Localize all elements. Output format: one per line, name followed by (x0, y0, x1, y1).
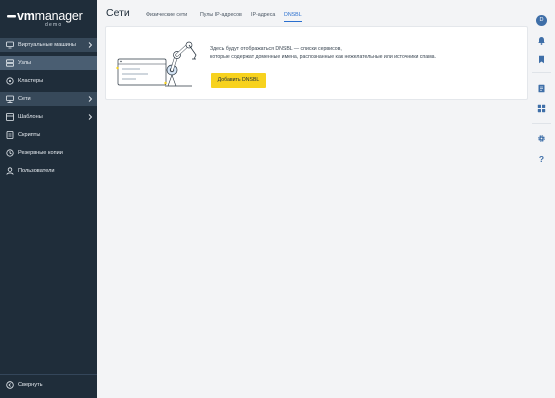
chevron-right-icon (88, 42, 93, 48)
backup-icon (6, 149, 14, 157)
sidebar-item-label: Кластеры (18, 78, 44, 84)
collapse-button[interactable]: Свернуть (0, 374, 97, 398)
robot-arm-illustration (116, 41, 197, 87)
add-dnsbl-button[interactable]: Добавить DNSBL (211, 73, 266, 88)
sidebar-item-templates[interactable]: Шаблоны (0, 110, 97, 124)
empty-state-card: Здесь будут отображаться DNSBL — списки … (105, 26, 528, 100)
document-icon[interactable] (537, 84, 546, 93)
tab-physical-networks[interactable]: Физические сети (146, 12, 187, 18)
bell-icon[interactable] (537, 36, 546, 45)
sidebar: vmmanager demo Виртуальные машины Узлы К… (0, 0, 97, 398)
sidebar-item-label: Узлы (18, 60, 32, 66)
bookmark-icon[interactable] (537, 55, 546, 64)
chevron-right-icon (88, 114, 93, 120)
right-rail: D ? (528, 0, 555, 398)
sidebar-item-label: Резервные копии (18, 150, 63, 156)
collapse-label: Свернуть (18, 382, 43, 388)
sidebar-item-backups[interactable]: Резервные копии (0, 146, 97, 160)
sidebar-item-users[interactable]: Пользователи (0, 164, 97, 178)
sidebar-item-label: Виртуальные машины (18, 42, 76, 48)
vmmanager-logo[interactable]: vmmanager demo (7, 9, 92, 31)
sidebar-item-nodes[interactable]: Узлы (0, 56, 97, 70)
logo-text: vmmanager (7, 9, 83, 23)
sidebar-item-networks[interactable]: Сети (0, 92, 97, 106)
monitor-icon (6, 41, 14, 49)
tab-dnsbl[interactable]: DNSBL (284, 12, 302, 18)
sidebar-item-label: Сети (18, 96, 31, 102)
gear-icon[interactable] (537, 134, 546, 143)
svg-text:?: ? (539, 154, 544, 163)
rail-divider (532, 123, 551, 124)
sidebar-item-clusters[interactable]: Кластеры (0, 74, 97, 88)
user-icon (6, 167, 14, 175)
empty-state-description: Здесь будут отображаться DNSBL — списки … (210, 45, 436, 61)
rail-divider (532, 72, 551, 73)
description-line-1: Здесь будут отображаться DNSBL — списки … (210, 46, 342, 52)
template-icon (6, 113, 14, 121)
collapse-arrow-icon (6, 381, 14, 389)
cluster-icon (6, 77, 14, 85)
active-tab-indicator (284, 21, 302, 22)
avatar[interactable]: D (536, 15, 547, 26)
sidebar-item-label: Пользователи (18, 168, 55, 174)
sidebar-item-label: Шаблоны (18, 114, 43, 120)
chevron-right-icon (88, 96, 93, 102)
sidebar-item-label: Скрипты (18, 132, 41, 138)
widgets-icon[interactable] (537, 104, 546, 113)
network-icon (6, 95, 14, 103)
logo-mark-icon (7, 14, 16, 18)
tab-ip-pools[interactable]: Пулы IP-адресов (200, 12, 242, 18)
description-line-2: которые содержат доменные имена, распозн… (210, 54, 436, 60)
sidebar-item-virtual-machines[interactable]: Виртуальные машины (0, 38, 97, 52)
logo-subtitle: demo (45, 22, 63, 28)
server-icon (6, 59, 14, 67)
page-title: Сети (106, 7, 130, 19)
script-icon (6, 131, 14, 139)
sidebar-item-scripts[interactable]: Скрипты (0, 128, 97, 142)
tab-ip-addresses[interactable]: IP-адреса (251, 12, 275, 18)
help-icon[interactable]: ? (537, 154, 546, 163)
